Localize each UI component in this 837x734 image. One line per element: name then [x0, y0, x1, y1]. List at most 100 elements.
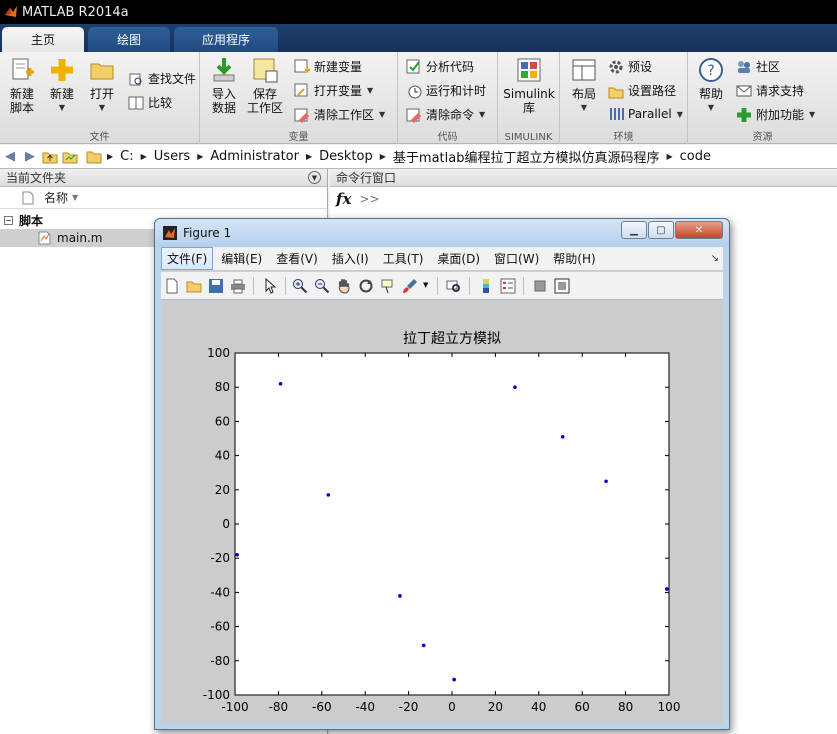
group-resources: ? 帮助 ▼ 社区 请求支持 附加功能 ▼ 资源 — [688, 52, 837, 144]
link-plot-button[interactable] — [445, 277, 463, 295]
group-simulink-label: SIMULINK — [504, 132, 553, 143]
save-figure-button[interactable] — [207, 277, 225, 295]
brush-icon — [403, 279, 417, 293]
find-files-button[interactable]: 查找文件 — [128, 70, 196, 87]
pan-button[interactable] — [335, 277, 353, 295]
close-button[interactable]: ✕ — [675, 221, 723, 239]
simulink-library-button[interactable]: Simulink 库 — [503, 56, 555, 115]
menu-tools[interactable]: 工具(T) — [377, 247, 430, 270]
request-support-button[interactable]: 请求支持 — [736, 82, 804, 99]
fx-icon[interactable]: fx — [336, 190, 351, 208]
save-workspace-button[interactable]: 保存 工作区 — [246, 56, 284, 115]
layout-button[interactable]: 布局 ▼ — [568, 56, 600, 115]
addons-button[interactable]: 附加功能 ▼ — [736, 106, 815, 123]
crumb-code[interactable]: code — [680, 149, 711, 164]
tab-plots-label: 绘图 — [116, 33, 141, 47]
data-point[interactable] — [235, 552, 239, 557]
hand-icon — [338, 279, 350, 294]
crumb-users[interactable]: Users — [154, 149, 190, 164]
scatter-plot[interactable]: 拉丁超立方模拟 -100 -80 -60 -40 -20 0 20 40 60 80 100 -100 -… — [161, 301, 723, 723]
tab-plots[interactable]: 绘图 — [88, 27, 170, 52]
crumb-administrator[interactable]: Administrator — [210, 149, 299, 164]
crumb-separator[interactable]: ▶ — [197, 152, 203, 161]
menu-desktop[interactable]: 桌面(D) — [431, 247, 486, 270]
rotate-3d-button[interactable] — [357, 277, 375, 295]
data-point[interactable] — [398, 594, 402, 598]
maximize-button[interactable]: ▢ — [648, 221, 674, 239]
data-point[interactable] — [513, 385, 517, 389]
new-file-icon — [166, 278, 178, 294]
new-figure-button[interactable] — [163, 277, 181, 295]
brush-caret-icon[interactable]: ▼ — [423, 281, 428, 289]
crumb-project-folder[interactable]: 基于matlab编程拉丁超立方模拟仿真源码程序 — [393, 147, 660, 166]
preferences-button[interactable]: 预设 — [608, 58, 652, 75]
browse-folder-button[interactable] — [60, 147, 80, 167]
help-button[interactable]: ? 帮助 ▼ — [696, 56, 726, 115]
hide-plot-tools-button[interactable] — [531, 277, 549, 295]
forward-button[interactable]: ▶ — [20, 147, 40, 167]
folder-open-icon — [90, 63, 114, 80]
legend-button[interactable] — [499, 277, 517, 295]
data-point[interactable] — [326, 493, 331, 497]
crumb-desktop[interactable]: Desktop — [319, 149, 373, 164]
brush-button[interactable] — [401, 277, 419, 295]
command-line[interactable]: fx >> — [330, 187, 837, 211]
data-cursor-button[interactable] — [379, 277, 397, 295]
set-path-button[interactable]: 设置路径 — [608, 82, 676, 99]
menu-file[interactable]: 文件(F) — [161, 247, 214, 270]
new-script-button[interactable]: 新建 脚本 — [6, 56, 38, 115]
run-and-time-button[interactable]: 运行和计时 — [406, 82, 486, 99]
analyze-code-button[interactable]: 分析代码 — [406, 58, 474, 75]
open-file-button[interactable] — [185, 277, 203, 295]
menu-window[interactable]: 窗口(W) — [488, 247, 545, 270]
data-point[interactable] — [560, 434, 565, 439]
name-column-header[interactable]: 名称 ▼ — [0, 187, 327, 209]
legend-icon — [500, 278, 516, 294]
new-button[interactable]: 新建 ▼ — [46, 56, 78, 115]
crumb-separator[interactable]: ▶ — [306, 152, 312, 161]
menu-edit[interactable]: 编辑(E) — [215, 247, 268, 270]
parallel-button[interactable]: Parallel ▼ — [608, 106, 683, 122]
analyze-code-label: 分析代码 — [426, 60, 475, 74]
back-button[interactable]: ◀ — [0, 147, 20, 167]
collapse-icon[interactable]: − — [4, 215, 13, 225]
data-point[interactable] — [278, 381, 283, 386]
menu-insert[interactable]: 插入(I) — [326, 247, 375, 270]
print-figure-button[interactable] — [229, 277, 247, 295]
open-button[interactable]: 打开 ▼ — [86, 56, 118, 115]
data-point[interactable] — [604, 479, 608, 484]
menu-help[interactable]: 帮助(H) — [547, 247, 601, 270]
community-button[interactable]: 社区 — [736, 58, 780, 75]
clear-commands-button[interactable]: 清除命令 ▼ — [406, 106, 485, 123]
tab-apps[interactable]: 应用程序 — [174, 27, 278, 52]
plot-area[interactable] — [234, 352, 670, 696]
crumb-separator[interactable]: ▶ — [380, 152, 386, 161]
compare-button[interactable]: 比较 — [128, 94, 172, 111]
zoom-in-button[interactable] — [291, 277, 309, 295]
data-point[interactable] — [665, 587, 669, 591]
group-code: 分析代码 运行和计时 清除命令 ▼ 代码 — [398, 52, 498, 144]
y-tick-label: 100 — [207, 346, 230, 360]
crumb-separator[interactable]: ▶ — [141, 152, 147, 161]
clear-commands-caret-icon: ▼ — [479, 110, 486, 119]
crumb-drive[interactable]: C: — [120, 149, 133, 164]
dock-arrow-icon[interactable]: ↘ — [711, 253, 719, 264]
clear-workspace-button[interactable]: 清除工作区 ▼ — [294, 106, 385, 123]
minimize-button[interactable]: ▁ — [621, 221, 647, 239]
toolbar-divider — [437, 277, 438, 295]
colorbar-button[interactable] — [477, 277, 495, 295]
tab-home[interactable]: 主页 — [2, 27, 84, 52]
show-plot-tools-button[interactable] — [553, 277, 571, 295]
open-variable-button[interactable]: 打开变量 ▼ — [294, 82, 373, 99]
new-variable-button[interactable]: 新建变量 — [294, 58, 362, 75]
crumb-separator[interactable]: ▶ — [666, 152, 672, 161]
edit-plot-button[interactable] — [261, 277, 279, 295]
data-point[interactable] — [421, 643, 426, 648]
up-folder-button[interactable] — [40, 147, 60, 167]
import-data-button[interactable]: 导入 数据 — [208, 56, 240, 115]
data-point[interactable] — [452, 677, 456, 682]
panel-menu-icon[interactable]: ▼ — [308, 171, 321, 184]
zoom-out-button[interactable] — [313, 277, 331, 295]
menu-view[interactable]: 查看(V) — [270, 247, 324, 270]
command-window-title: 命令行窗口 — [336, 171, 397, 185]
